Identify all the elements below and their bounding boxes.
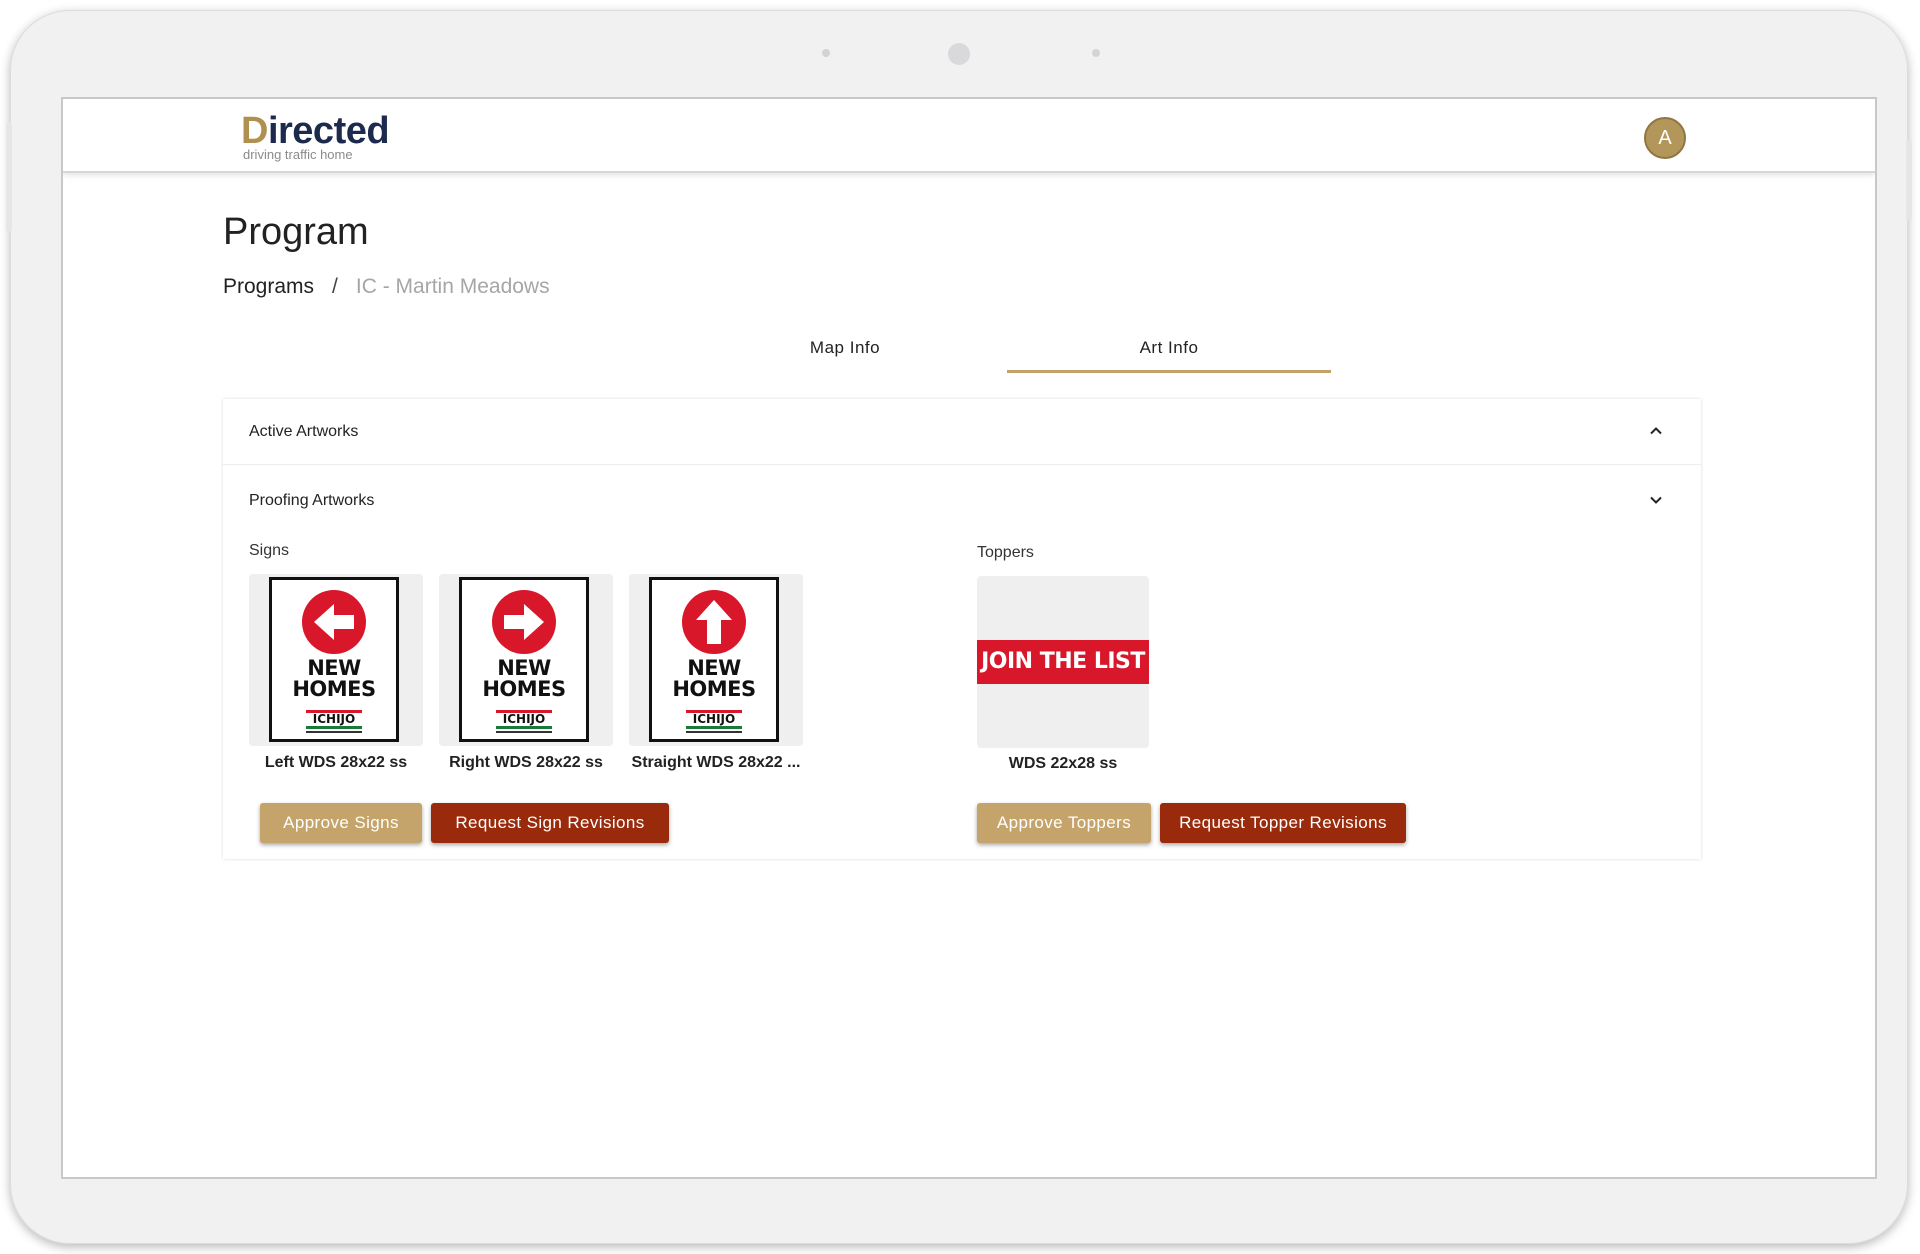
sign-caption: Left WDS 28x22 ss xyxy=(264,754,408,771)
sign-preview: NEW HOMES ICHIJO xyxy=(459,577,589,742)
breadcrumb-current: IC - Martin Meadows xyxy=(355,275,550,298)
sign-artwork-right[interactable]: NEW HOMES ICHIJO xyxy=(439,574,613,746)
sign-preview: NEW HOMES ICHIJO xyxy=(649,577,779,742)
topper-artwork[interactable]: JOIN THE LIST xyxy=(977,576,1149,748)
sensor-dot xyxy=(822,49,830,57)
directed-logo[interactable]: Directed driving traffic home xyxy=(241,110,390,162)
request-sign-revisions-button[interactable]: Request Sign Revisions xyxy=(431,803,669,843)
arrow-right-icon xyxy=(492,590,556,654)
sign-caption: Right WDS 28x22 ss xyxy=(449,754,603,771)
request-topper-revisions-button[interactable]: Request Topper Revisions xyxy=(1160,803,1406,843)
app-screen: Directed driving traffic home A Program … xyxy=(63,99,1875,1177)
logo-wordmark: Directed xyxy=(241,110,390,152)
sign-headline: NEW HOMES xyxy=(672,656,756,701)
accordion-active-artworks-label: Active Artworks xyxy=(249,422,359,440)
sign-artwork-straight[interactable]: NEW HOMES ICHIJO xyxy=(629,574,803,746)
logo-initial: D xyxy=(241,110,268,152)
arrow-up-icon xyxy=(682,590,746,654)
logo-rest: irected xyxy=(267,110,390,152)
tablet-side-button xyxy=(6,122,12,232)
signs-section-label: Signs xyxy=(249,542,290,559)
breadcrumb: Programs / IC - Martin Meadows xyxy=(223,275,550,299)
sign-headline: NEW HOMES xyxy=(292,656,376,701)
tab-map-info[interactable]: Map Info xyxy=(683,335,1007,373)
ichijo-brand-mark: ICHIJO xyxy=(496,710,552,733)
accordion-active-artworks[interactable]: Active Artworks xyxy=(223,399,1701,465)
tablet-frame: Directed driving traffic home A Program … xyxy=(6,10,1912,1244)
accordion-proofing-artworks[interactable]: Proofing Artworks xyxy=(223,468,1701,534)
accordion-proofing-artworks-label: Proofing Artworks xyxy=(249,492,375,509)
approve-toppers-button[interactable]: Approve Toppers xyxy=(977,803,1151,843)
approve-signs-button[interactable]: Approve Signs xyxy=(260,803,422,843)
sign-artwork-left[interactable]: NEW HOMES ICHIJO xyxy=(249,574,423,746)
tab-art-info[interactable]: Art Info xyxy=(1007,335,1331,373)
user-avatar[interactable]: A xyxy=(1644,117,1686,159)
topper-caption: WDS 22x28 ss xyxy=(1008,755,1118,772)
topper-banner: JOIN THE LIST xyxy=(977,640,1149,684)
sign-caption: Straight WDS 28x22 ... xyxy=(631,754,801,771)
app-header: Directed driving traffic home A xyxy=(63,99,1875,173)
chevron-down-icon xyxy=(1650,496,1662,504)
toppers-section-label: Toppers xyxy=(977,544,1034,561)
arrow-left-icon xyxy=(302,590,366,654)
program-tabs: Map Info Art Info xyxy=(683,335,1331,373)
sign-preview: NEW HOMES ICHIJO xyxy=(269,577,399,742)
ichijo-brand-mark: ICHIJO xyxy=(686,710,742,733)
breadcrumb-programs-link[interactable]: Programs xyxy=(223,275,314,299)
camera-icon xyxy=(948,43,970,65)
ichijo-brand-mark: ICHIJO xyxy=(306,710,362,733)
sensor-dot xyxy=(1092,49,1100,57)
chevron-up-icon xyxy=(1650,427,1662,435)
breadcrumb-separator: / xyxy=(332,275,338,298)
tablet-side-button xyxy=(1906,140,1912,220)
sign-headline: NEW HOMES xyxy=(482,656,566,701)
page-title: Program xyxy=(223,211,369,253)
artworks-panel: Active Artworks Proofing Artworks Signs xyxy=(223,399,1701,859)
